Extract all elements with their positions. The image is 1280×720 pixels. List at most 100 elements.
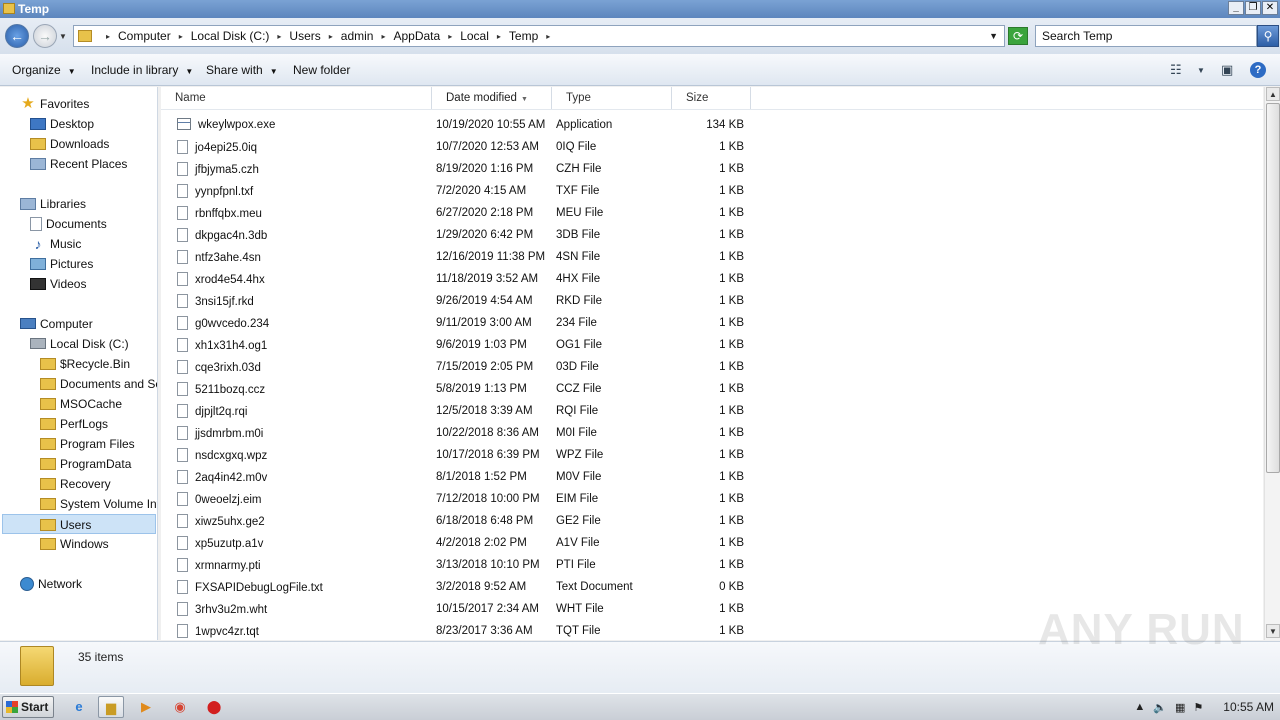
- breadcrumb-local[interactable]: Local ▸: [460, 29, 509, 43]
- breadcrumb-appdata[interactable]: AppData ▸: [393, 29, 460, 43]
- nav-local-disk[interactable]: Local Disk (C:): [30, 334, 129, 354]
- vertical-scrollbar[interactable]: ▲ ▼: [1264, 87, 1280, 640]
- nav-folder-program-files[interactable]: Program Files: [40, 434, 135, 454]
- back-button[interactable]: ←: [5, 24, 29, 48]
- nav-folder-perflogs[interactable]: PerfLogs: [40, 414, 108, 434]
- nav-folder-recycle-bin[interactable]: $Recycle.Bin: [40, 354, 130, 374]
- file-row[interactable]: 5211bozq.ccz 5/8/2019 1:13 PM CCZ File 1 KB: [161, 379, 761, 401]
- file-row[interactable]: 3rhv3u2m.wht 10/15/2017 2:34 AM WHT File 1 …: [161, 599, 761, 621]
- nav-network[interactable]: Network: [20, 574, 82, 594]
- view-options-icon[interactable]: ☷: [1170, 62, 1182, 78]
- file-row[interactable]: nsdcxgxq.wpz 10/17/2018 6:39 PM WPZ File 1 …: [161, 445, 761, 467]
- file-row[interactable]: 1wpvc4zr.tqt 8/23/2017 3:36 AM TQT File 1 K…: [161, 621, 761, 640]
- file-row[interactable]: jfbjyma5.czh 8/19/2020 1:16 PM CZH File 1 K…: [161, 159, 761, 181]
- address-box[interactable]: ▸ Computer ▸ Local Disk (C:) ▸ Users ▸ admi…: [73, 25, 1005, 47]
- help-icon[interactable]: ?: [1250, 62, 1266, 78]
- include-in-library-menu[interactable]: Include in library ▼: [91, 63, 193, 77]
- column-header-type[interactable]: Type: [552, 87, 672, 109]
- nav-documents[interactable]: Documents: [30, 214, 107, 234]
- libraries-icon: [20, 197, 36, 210]
- share-with-menu[interactable]: Share with ▼: [206, 63, 278, 77]
- file-row[interactable]: ntfz3ahe.4sn 12/16/2019 11:38 PM 4SN File 1…: [161, 247, 761, 269]
- network-tray-icon[interactable]: ▦: [1175, 701, 1185, 714]
- minimize-button[interactable]: _: [1228, 1, 1244, 15]
- file-row[interactable]: g0wvcedo.234 9/11/2019 3:00 AM 234 File 1 K…: [161, 313, 761, 335]
- action-center-flag-icon[interactable]: ⚑: [1193, 701, 1203, 714]
- nav-desktop[interactable]: Desktop: [30, 114, 94, 134]
- file-row[interactable]: dkpgac4n.3db 1/29/2020 6:42 PM 3DB File 1 K…: [161, 225, 761, 247]
- nav-music[interactable]: ♪ Music: [30, 234, 82, 254]
- column-header-size[interactable]: Size: [672, 87, 751, 109]
- breadcrumb-admin[interactable]: admin ▸: [341, 29, 394, 43]
- refresh-button[interactable]: ⟳: [1008, 27, 1028, 45]
- file-type: 4HX File: [556, 273, 601, 285]
- nav-favorites[interactable]: ★ Favorites: [20, 94, 89, 114]
- search-input[interactable]: Search Temp: [1035, 25, 1257, 47]
- nav-pictures[interactable]: Pictures: [30, 254, 93, 274]
- file-row[interactable]: xiwz5uhx.ge2 6/18/2018 6:48 PM GE2 File 1 K…: [161, 511, 761, 533]
- file-name: 5211bozq.ccz: [177, 382, 265, 397]
- chrome-icon[interactable]: ◉: [167, 696, 193, 718]
- column-header-date-modified[interactable]: Date modified ▼: [432, 87, 552, 109]
- file-row[interactable]: jjsdmrbm.m0i 10/22/2018 8:36 AM M0I File 1 …: [161, 423, 761, 445]
- explorer-taskbar-icon[interactable]: ▆: [98, 696, 124, 718]
- internet-explorer-icon[interactable]: e: [66, 696, 92, 718]
- recent-pages-dropdown[interactable]: ▼: [59, 32, 67, 41]
- nav-recent-places[interactable]: Recent Places: [30, 154, 127, 174]
- nav-folder-programdata[interactable]: ProgramData: [40, 454, 131, 474]
- file-row[interactable]: cqe3rixh.03d 7/15/2019 2:05 PM 03D File 1 K…: [161, 357, 761, 379]
- folder-icon: [40, 537, 56, 550]
- nav-folder-msocache[interactable]: MSOCache: [40, 394, 122, 414]
- column-header-name[interactable]: Name: [161, 87, 432, 109]
- nav-folder-documents-and-settings[interactable]: Documents and Sett: [40, 374, 157, 394]
- nav-folder-system-volume-information[interactable]: System Volume Infor: [40, 494, 157, 514]
- nav-folder-windows[interactable]: Windows: [40, 534, 109, 554]
- nav-folder-recovery[interactable]: Recovery: [40, 474, 111, 494]
- breadcrumb-computer[interactable]: Computer ▸: [118, 29, 191, 43]
- volume-icon[interactable]: 🔈: [1153, 701, 1167, 714]
- file-row[interactable]: 3nsi15jf.rkd 9/26/2019 4:54 AM RKD File 1 K…: [161, 291, 761, 313]
- breadcrumb-temp[interactable]: Temp ▸: [509, 29, 558, 43]
- file-row[interactable]: yynpfpnl.txf 7/2/2020 4:15 AM TXF File 1 KB: [161, 181, 761, 203]
- file-row[interactable]: rbnffqbx.meu 6/27/2020 2:18 PM MEU File 1 K…: [161, 203, 761, 225]
- antivirus-icon[interactable]: ⬤: [201, 696, 227, 718]
- nav-computer[interactable]: Computer: [20, 314, 93, 334]
- close-button[interactable]: ✕: [1262, 1, 1278, 15]
- view-dropdown-icon[interactable]: ▼: [1197, 66, 1205, 75]
- file-row[interactable]: jo4epi25.0iq 10/7/2020 12:53 AM 0IQ File 1 …: [161, 137, 761, 159]
- show-hidden-icons-icon[interactable]: ▲: [1134, 701, 1145, 713]
- forward-button[interactable]: →: [33, 24, 57, 48]
- file-row[interactable]: xp5uzutp.a1v 4/2/2018 2:02 PM A1V File 1 KB: [161, 533, 761, 555]
- maximize-button[interactable]: ❐: [1245, 1, 1261, 15]
- organize-menu[interactable]: Organize ▼: [12, 63, 76, 77]
- search-icon[interactable]: ⚲: [1257, 25, 1279, 47]
- nav-libraries[interactable]: Libraries: [20, 194, 86, 214]
- file-row[interactable]: wkeylwpox.exe 10/19/2020 10:55 AM Applicat…: [161, 115, 761, 137]
- scroll-up-icon[interactable]: ▲: [1266, 87, 1280, 101]
- start-button[interactable]: Start: [2, 696, 54, 718]
- preview-pane-icon[interactable]: ▣: [1221, 62, 1233, 78]
- file-row[interactable]: xrod4e54.4hx 11/18/2019 3:52 AM 4HX File 1 …: [161, 269, 761, 291]
- chevron-right-icon[interactable]: ▸: [106, 32, 110, 41]
- file-row[interactable]: xh1x31h4.og1 9/6/2019 1:03 PM OG1 File 1 KB: [161, 335, 761, 357]
- file-row[interactable]: FXSAPIDebugLogFile.txt 3/2/2018 9:52 AM Te…: [161, 577, 761, 599]
- nav-folder-users[interactable]: Users: [2, 514, 156, 534]
- breadcrumb-users[interactable]: Users ▸: [289, 29, 340, 43]
- nav-downloads[interactable]: Downloads: [30, 134, 109, 154]
- new-folder-button[interactable]: New folder: [293, 63, 350, 77]
- file-date: 7/2/2020 4:15 AM: [436, 185, 527, 197]
- file-row[interactable]: djpjlt2q.rqi 12/5/2018 3:39 AM RQI File 1 K…: [161, 401, 761, 423]
- clock[interactable]: 10:55 AM: [1223, 700, 1274, 714]
- file-size: 134 KB: [706, 119, 744, 131]
- address-dropdown-icon[interactable]: ▼: [989, 31, 998, 41]
- file-size: 1 KB: [719, 515, 744, 527]
- file-row[interactable]: 0weoelzj.eim 7/12/2018 10:00 PM EIM File 1 …: [161, 489, 761, 511]
- scrollbar-thumb[interactable]: [1266, 103, 1280, 473]
- scroll-down-icon[interactable]: ▼: [1266, 624, 1280, 638]
- nav-videos[interactable]: Videos: [30, 274, 86, 294]
- breadcrumb-local-disk[interactable]: Local Disk (C:) ▸: [191, 29, 290, 43]
- media-player-icon[interactable]: ▶: [133, 696, 159, 718]
- file-row[interactable]: 2aq4in42.m0v 8/1/2018 1:52 PM M0V File 1 KB: [161, 467, 761, 489]
- file-row[interactable]: xrmnarmy.pti 3/13/2018 10:10 PM PTI File 1 …: [161, 555, 761, 577]
- file-icon: [177, 184, 188, 198]
